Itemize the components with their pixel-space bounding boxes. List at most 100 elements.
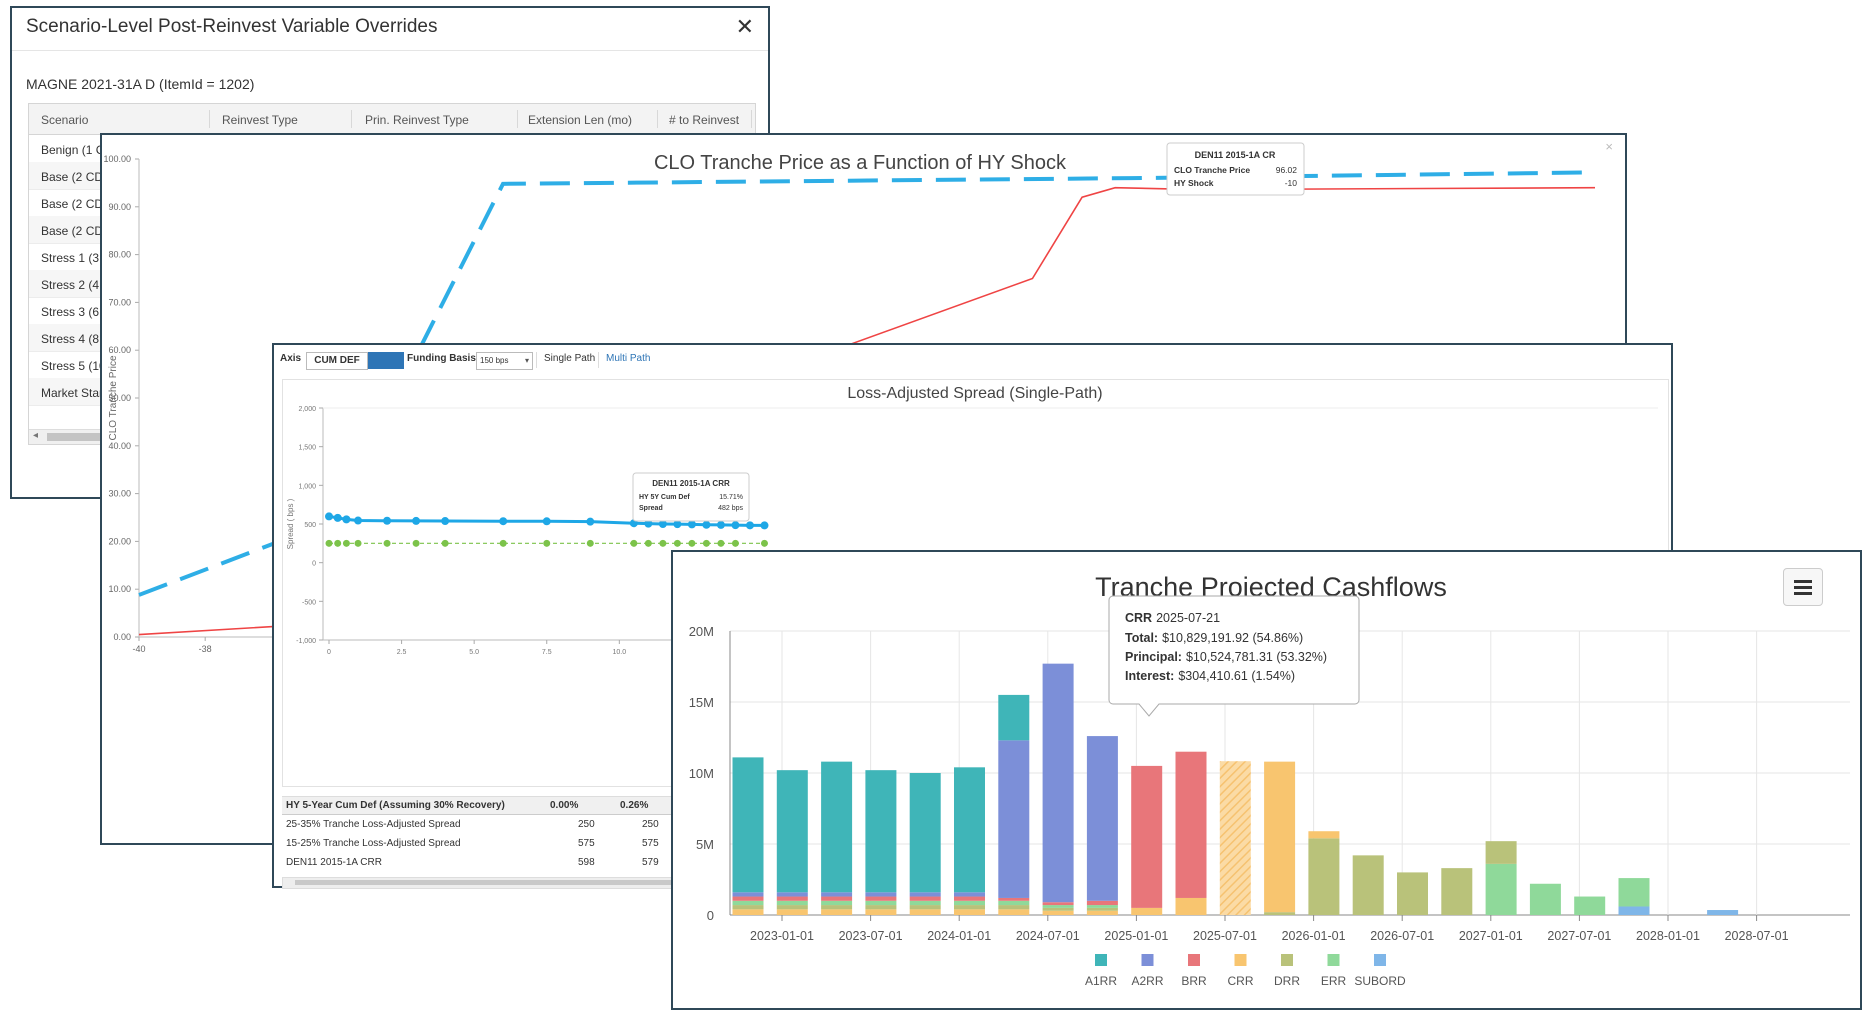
y-tick-label: 70.00 [108,297,131,307]
y-tick-label: 500 [304,522,316,529]
bar-segment-crr [821,909,853,915]
legend-swatch-crr [1234,954,1247,966]
spread-toolbar: Axis CUM DEF Funding Basis 150 bps ▾ Sin… [274,345,1671,373]
hamburger-icon [1794,580,1812,583]
y-tick-label: 1,000 [298,483,316,490]
y-tick-label: 2,000 [298,406,316,413]
data-point [760,539,768,547]
y-tick-label: 60.00 [108,345,131,355]
tooltip-value: 482 bps [718,505,743,512]
bar-segment-err [732,900,764,906]
tooltip-row: Total: $10,829,191.92 (54.86%) [1125,631,1303,645]
scenario-cell: Stress 4 (8 ( [41,332,107,346]
y-tick-label: 10M [689,766,714,781]
table-cell: 250 [578,819,595,830]
data-point [354,539,362,547]
chevron-down-icon: ▾ [524,356,529,365]
axis-toggle-button[interactable] [368,352,404,369]
x-tick-label: 2024-01-01 [927,929,991,943]
scenario-cell: Market Stan [41,386,106,400]
legend-swatch-a2rr [1141,954,1154,966]
bar-segment-drr [998,905,1030,910]
grid-header: Scenario Reinvest Type Prin. Reinvest Ty… [29,104,755,135]
bar-segment-drr [1352,855,1384,915]
data-point [702,520,711,529]
tab-single-path[interactable]: Single Path [544,353,595,364]
bar-segment-subord [1618,906,1650,915]
bar-segment-drr [776,905,808,910]
bar-segment-err [998,900,1030,906]
tooltip-label: Total: [1125,631,1158,645]
y-tick-label: 40.00 [108,441,131,451]
dialog-title: Scenario-Level Post-Reinvest Variable Ov… [26,16,438,37]
bar-segment-brr [732,896,764,901]
data-point [354,516,363,525]
scenario-cell: Stress 5 (10 [41,359,106,373]
y-tick-label: 0.00 [113,632,131,642]
scroll-left-icon[interactable]: ◂ [33,430,38,441]
scenario-cell: Base (2 CDI [41,197,107,211]
data-point [383,539,391,547]
x-tick-label: 2024-07-01 [1016,929,1080,943]
bar-segment-drr [1042,907,1074,911]
x-tick-label: -40 [132,644,145,654]
y-tick-label: 0 [707,908,714,923]
bar-segment-crr [998,909,1030,915]
x-tick-label: 2027-01-01 [1459,929,1523,943]
x-tick-label: 2028-07-01 [1725,929,1789,943]
bar-segment-crr [732,909,764,915]
bar-segment-a2rr [821,892,853,897]
chart-menu-button[interactable] [1783,568,1823,606]
y-tick-label: 10.00 [108,584,131,594]
bar-segment-a2rr [865,892,897,897]
column-header-extension-len[interactable]: Extension Len (mo) [528,113,632,127]
x-tick-label: 10.0 [613,649,627,656]
cashflow-tooltip: CRR 2025-07-21 Total: $10,829,191.92 (54.86… [1108,595,1360,717]
bar-segment-err [909,900,941,906]
bar-segment-brr [821,896,853,901]
scroll-thumb[interactable] [295,880,675,885]
data-point [702,539,710,547]
axis-select[interactable]: CUM DEF [306,352,368,370]
bar-segment-err [776,900,808,906]
tooltip-value: $304,410.61 (1.54%) [1178,669,1295,683]
column-header-reinvest-type[interactable]: Reinvest Type [222,113,298,127]
table-cell: 598 [578,857,595,868]
legend-label-a1rr: A1RR [1085,974,1117,988]
data-point [333,513,342,522]
bar-segment-a1rr [821,761,853,893]
bar-segment-brr [1086,900,1118,906]
bar-segment-crr [954,909,985,915]
table-cell: 25-35% Tranche Loss-Adjusted Spread [286,819,461,830]
price-tooltip: DEN11 2015-1A CR CLO Tranche Price 96.02 HY… [1166,142,1305,196]
y-tick-label: 1,500 [298,445,316,452]
tooltip-title: DEN11 2015-1A CR [1195,150,1276,160]
data-point [586,539,594,547]
tooltip-value: $10,829,191.92 (54.86%) [1162,631,1303,645]
close-icon[interactable]: × [1605,139,1613,154]
hamburger-icon [1794,592,1812,595]
cashflow-chart: Tranche Projected Cashflows05M10M15M20M2… [689,572,1850,988]
data-point [412,539,420,547]
tab-multi-path[interactable]: Multi Path [606,353,650,364]
funding-basis-select[interactable]: 150 bps ▾ [476,352,533,370]
divider [12,50,768,51]
y-tick-label: -1,000 [296,638,316,645]
scroll-thumb[interactable] [47,433,107,441]
data-point [731,521,740,530]
column-header-num-to-reinvest[interactable]: # to Reinvest [669,113,739,127]
table-cell: 575 [578,838,595,849]
y-tick-label: 100.00 [103,154,131,164]
data-point [688,539,696,547]
legend-swatch-subord [1374,954,1386,966]
tooltip-label: Interest: [1125,669,1174,683]
legend-swatch-brr [1188,954,1200,966]
close-icon[interactable]: ✕ [736,14,754,40]
column-header-scenario[interactable]: Scenario [41,113,88,127]
data-point [745,521,754,530]
column-header-prin-reinvest-type[interactable]: Prin. Reinvest Type [365,113,469,127]
spread-tooltip: DEN11 2015-1A CRR HY 5Y Cum Def 15.71% Spre… [632,472,750,522]
table-cell: 15-25% Tranche Loss-Adjusted Spread [286,838,461,849]
data-point [412,516,421,525]
bar-segment-drr [821,905,853,910]
